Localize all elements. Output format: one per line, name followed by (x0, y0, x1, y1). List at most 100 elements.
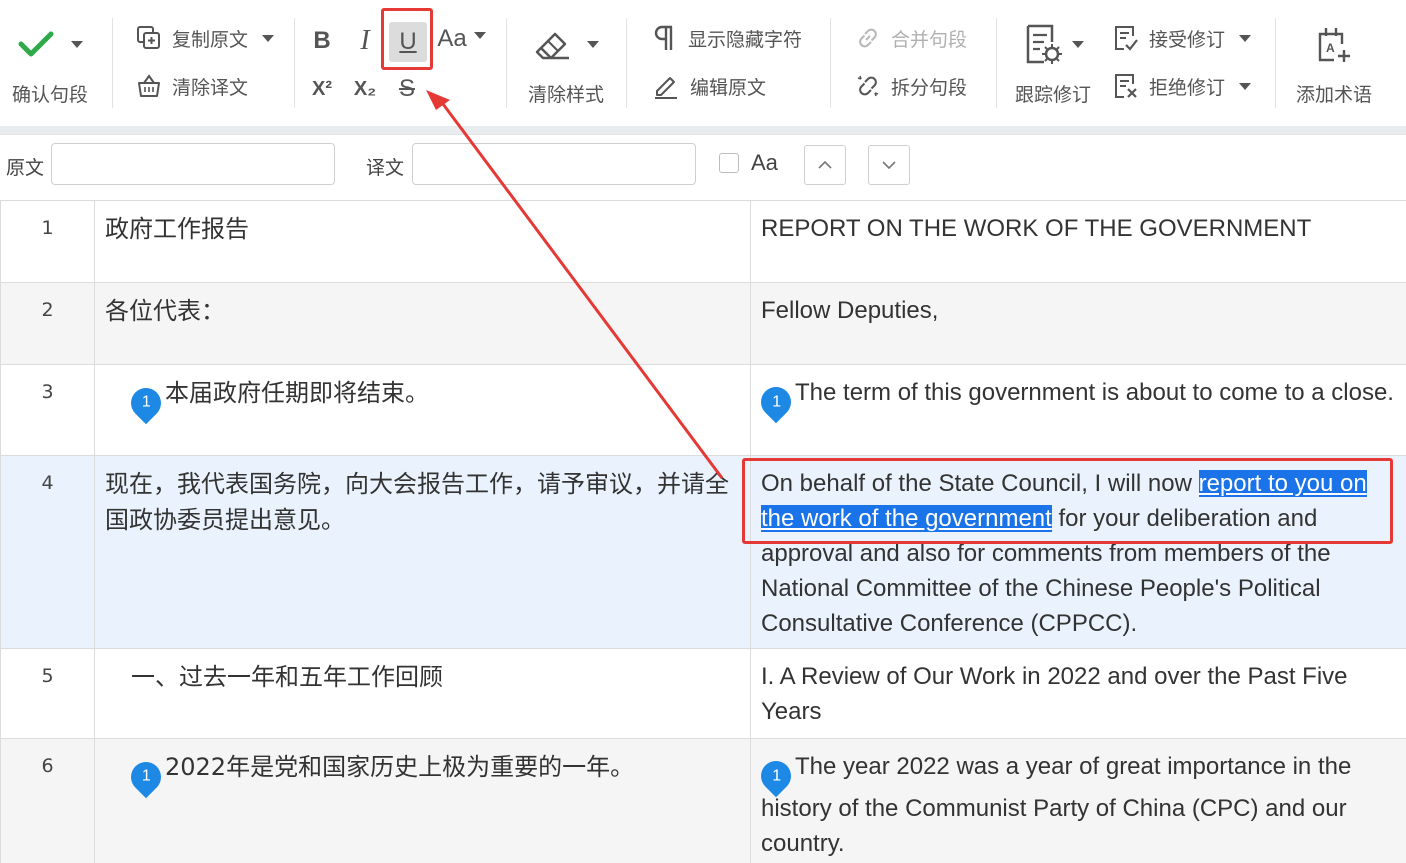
segment-number: 5 (0, 649, 95, 738)
confirm-segment-button[interactable]: 确认句段 (12, 22, 88, 107)
italic-button[interactable]: I (348, 24, 382, 58)
target-text: REPORT ON THE WORK OF THE GOVERNMENT (761, 215, 1312, 242)
confirm-segment-label: 确认句段 (12, 84, 89, 106)
chevron-down-icon[interactable] (474, 32, 486, 39)
tag-marker-icon: 1 (124, 755, 168, 799)
source-cell[interactable]: 各位代表： (95, 283, 751, 364)
previous-match-button[interactable] (804, 145, 846, 185)
clear-style-button[interactable]: 清除样式 (528, 22, 604, 107)
show-hidden-chars-button[interactable]: 显示隐藏字符 (652, 22, 802, 54)
clear-target-button[interactable]: 清除译文 (136, 70, 248, 102)
chevron-up-icon (818, 160, 832, 169)
pencil-icon (655, 77, 677, 99)
unlink-icon (857, 75, 879, 97)
source-text: 现在，我代表国务院，向大会报告工作，请予审议，并请全国政协委员提出意见。 (105, 470, 729, 534)
source-cell[interactable]: 现在，我代表国务院，向大会报告工作，请予审议，并请全国政协委员提出意见。 (95, 456, 751, 648)
target-cell[interactable]: I. A Review of Our Work in 2022 and over… (751, 649, 1406, 738)
source-text: 一、过去一年和五年工作回顾 (131, 663, 443, 691)
bold-button[interactable]: B (305, 24, 339, 58)
source-text: 政府工作报告 (105, 215, 249, 243)
segment-number: 4 (0, 456, 95, 648)
copy-source-button[interactable]: 复制原文 (136, 22, 275, 54)
next-match-button[interactable] (868, 145, 910, 185)
svg-text:A: A (1326, 41, 1335, 55)
target-cell[interactable]: 1 The term of this government is about to… (751, 365, 1406, 455)
segment-row-4[interactable]: 4 现在，我代表国务院，向大会报告工作，请予审议，并请全国政协委员提出意见。 O… (0, 456, 1406, 649)
accept-revision-icon (1115, 26, 1138, 51)
target-cell[interactable]: REPORT ON THE WORK OF THE GOVERNMENT (751, 201, 1406, 282)
segment-number: 3 (0, 365, 95, 455)
pilcrow-icon (654, 25, 673, 50)
editor-toolbar: 确认句段 复制原文 清除译文 B I U Aa X² X₂ S 清除样式 显示隐… (0, 0, 1406, 126)
strikethrough-button[interactable]: S (390, 72, 424, 106)
eraser-icon (535, 32, 569, 60)
chevron-down-icon (882, 161, 896, 170)
track-changes-label: 跟踪修订 (1015, 84, 1092, 106)
add-term-button[interactable]: A 添加术语 (1296, 22, 1372, 107)
source-search-input[interactable] (51, 143, 335, 185)
source-text: 本届政府任期即将结束。 (165, 379, 429, 407)
source-cell[interactable]: 1 2022年是党和国家历史上极为重要的一年。 (95, 739, 751, 863)
segment-grid: 1 政府工作报告 REPORT ON THE WORK OF THE GOVER… (0, 200, 1406, 863)
segment-row-1[interactable]: 1 政府工作报告 REPORT ON THE WORK OF THE GOVER… (0, 201, 1406, 283)
source-cell[interactable]: 1 本届政府任期即将结束。 (95, 365, 751, 455)
chevron-down-icon[interactable] (1072, 40, 1084, 48)
segment-row-2[interactable]: 2 各位代表： Fellow Deputies, (0, 283, 1406, 365)
segment-row-6[interactable]: 6 1 2022年是党和国家历史上极为重要的一年。 1 The year 2022 … (0, 739, 1406, 863)
change-case-button[interactable]: Aa (434, 22, 470, 56)
segment-row-3[interactable]: 3 1 本届政府任期即将结束。 1 The term of this governm… (0, 365, 1406, 456)
segment-row-5[interactable]: 5 一、过去一年和五年工作回顾 I. A Review of Our Work … (0, 649, 1406, 739)
subscript-button[interactable]: X₂ (348, 72, 382, 106)
target-text: The year 2022 was a year of great import… (761, 753, 1352, 857)
target-editor[interactable]: On behalf of the State Council, I will n… (751, 456, 1406, 648)
target-text: On behalf of the State Council, I will n… (761, 470, 1199, 497)
merge-segment-label: 合并句段 (891, 28, 968, 51)
checkmark-icon (18, 31, 54, 57)
clear-target-label: 清除译文 (172, 76, 249, 99)
target-text: I. A Review of Our Work in 2022 and over… (761, 663, 1348, 725)
basket-icon (138, 74, 160, 97)
merge-segment-button[interactable]: 合并句段 (855, 22, 967, 54)
copy-source-label: 复制原文 (172, 28, 249, 51)
match-case-checkbox[interactable] (719, 153, 739, 173)
add-term-label: 添加术语 (1296, 84, 1373, 106)
segment-number: 2 (0, 283, 95, 364)
chevron-down-icon[interactable] (1239, 34, 1252, 42)
target-cell[interactable]: Fellow Deputies, (751, 283, 1406, 364)
accept-revision-button[interactable]: 接受修订 (1113, 22, 1252, 54)
split-segment-label: 拆分句段 (891, 76, 968, 99)
source-text: 各位代表： (105, 297, 225, 325)
chevron-down-icon[interactable] (262, 34, 275, 42)
chevron-down-icon[interactable] (71, 40, 83, 48)
source-search-label: 原文 (6, 157, 45, 179)
source-cell[interactable]: 一、过去一年和五年工作回顾 (95, 649, 751, 738)
track-changes-button[interactable]: 跟踪修订 (1015, 22, 1091, 107)
reject-revision-label: 拒绝修订 (1149, 76, 1226, 99)
link-icon (859, 28, 877, 48)
edit-source-button[interactable]: 编辑原文 (652, 70, 766, 102)
target-search-input[interactable] (412, 143, 696, 185)
tag-marker-icon: 1 (754, 754, 798, 797)
target-cell[interactable]: 1 The year 2022 was a year of great impor… (751, 739, 1406, 863)
tag-marker-icon: 1 (124, 381, 168, 425)
source-text: 2022年是党和国家历史上极为重要的一年。 (165, 753, 635, 781)
toolbar-divider (0, 126, 1406, 134)
add-term-icon: A (1318, 28, 1350, 62)
reject-revision-button[interactable]: 拒绝修订 (1113, 70, 1252, 102)
chevron-down-icon[interactable] (1239, 82, 1252, 90)
target-text: The term of this government is about to … (795, 379, 1394, 406)
tag-marker-icon: 1 (754, 380, 798, 423)
track-changes-icon (1026, 24, 1062, 64)
show-hidden-chars-label: 显示隐藏字符 (688, 28, 803, 51)
chevron-down-icon[interactable] (587, 40, 599, 48)
split-segment-button[interactable]: 拆分句段 (855, 70, 967, 102)
segment-number: 6 (0, 739, 95, 863)
copy-icon (137, 26, 160, 49)
accept-revision-label: 接受修订 (1149, 28, 1226, 51)
underline-button[interactable]: U (389, 22, 427, 62)
search-bar: 原文 译文 Aa (0, 134, 1406, 198)
superscript-button[interactable]: X² (305, 72, 339, 106)
source-cell[interactable]: 政府工作报告 (95, 201, 751, 282)
target-search-label: 译文 (366, 157, 405, 179)
match-case-label: Aa (751, 150, 778, 175)
